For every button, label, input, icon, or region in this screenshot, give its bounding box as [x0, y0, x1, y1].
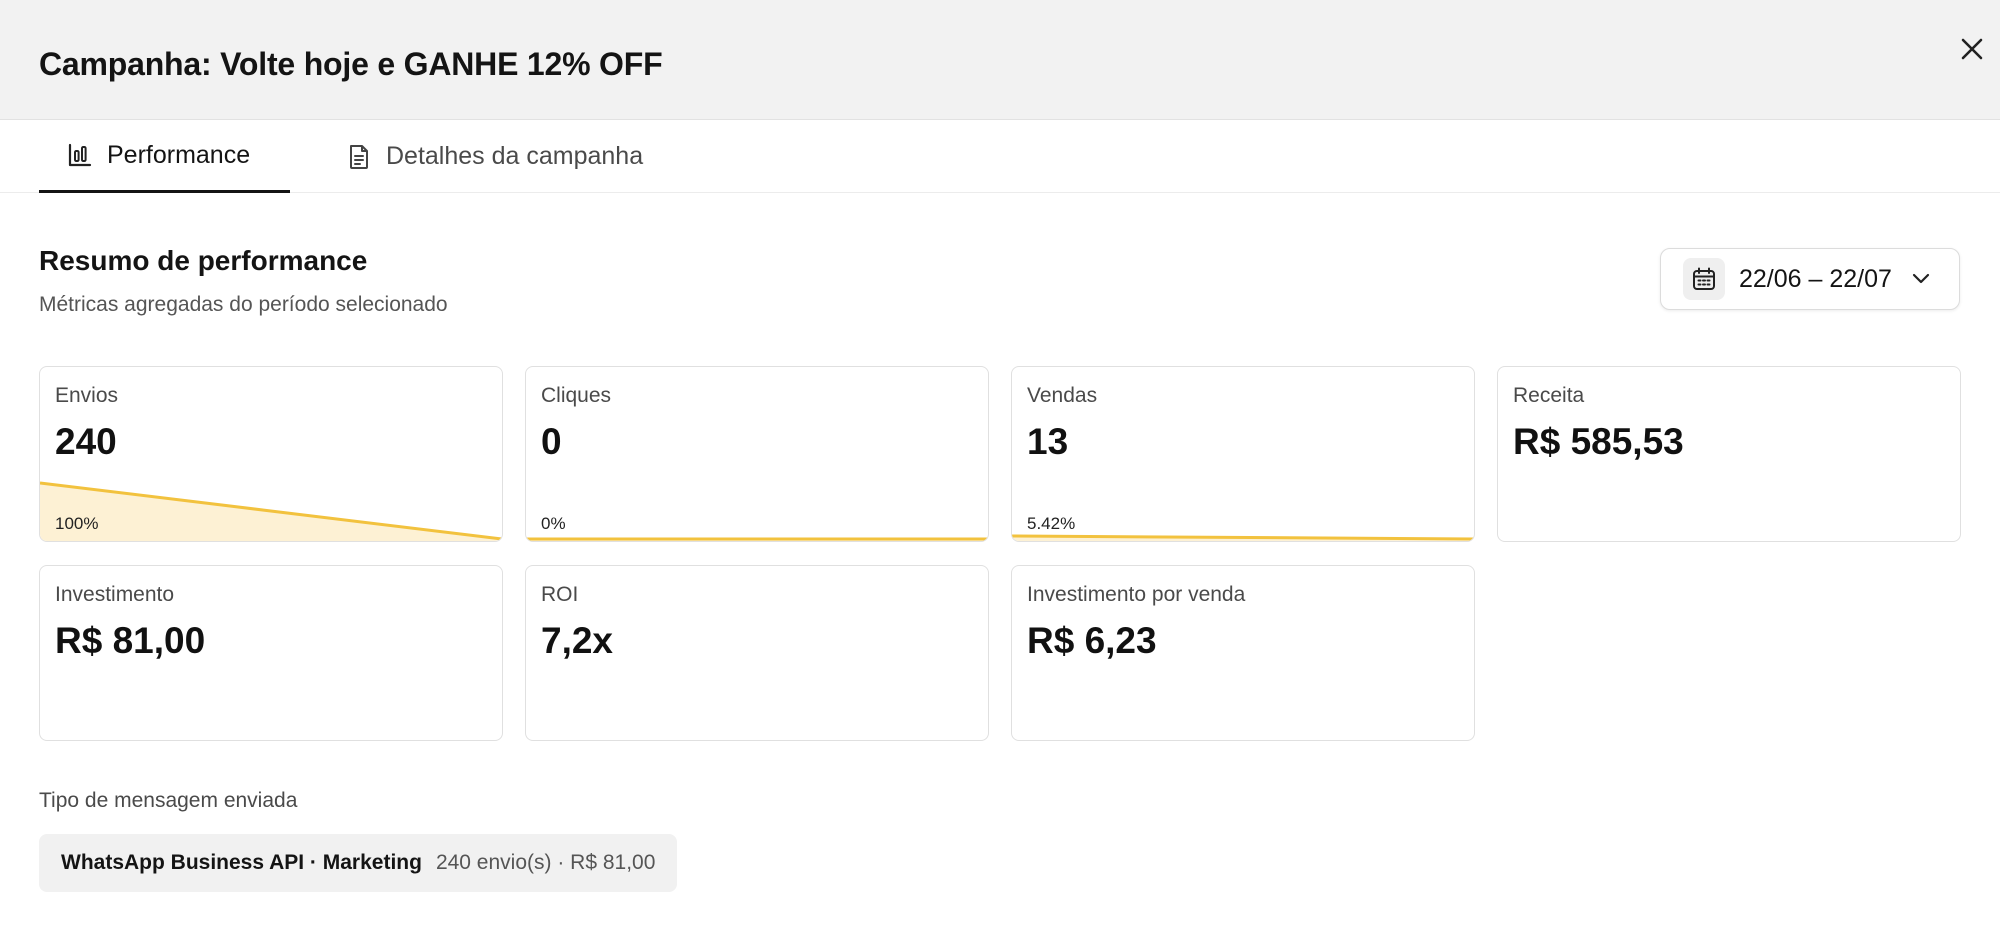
metric-value: 13	[1027, 421, 1069, 462]
metric-label: Envios	[55, 384, 119, 407]
metric-label: Receita	[1513, 384, 1585, 407]
chevron-down-icon	[1912, 273, 1930, 284]
message-type-name: WhatsApp Business API · Marketing	[61, 851, 422, 874]
metric-label: Cliques	[541, 384, 612, 407]
metric-sparkline	[1012, 534, 1474, 541]
summary-title: Resumo de performance	[39, 245, 368, 276]
message-type-label: Tipo de mensagem enviada	[39, 789, 298, 812]
close-button[interactable]	[1955, 32, 1989, 66]
metric-value: R$ 81,00	[55, 620, 206, 661]
metric-card-investimento-por-venda: Investimento por venda R$ 6,23	[1011, 565, 1475, 741]
metric-card-cliques: Cliques 0 0%	[525, 366, 989, 542]
tab-performance-label: Performance	[107, 140, 251, 169]
tab-bar: Performance Detalhes da campanha	[0, 120, 2000, 193]
campaign-title: Campanha: Volte hoje e GANHE 12% OFF	[39, 46, 663, 82]
metric-value: R$ 585,53	[1513, 421, 1684, 462]
tab-performance[interactable]: Performance	[39, 120, 290, 193]
metric-label: Vendas	[1027, 384, 1098, 407]
metric-card-roi: ROI 7,2x	[525, 565, 989, 741]
modal-header: Campanha: Volte hoje e GANHE 12% OFF	[0, 0, 2000, 120]
metric-value: 240	[55, 421, 117, 462]
metric-card-envios: Envios 240 100%	[39, 366, 503, 542]
calendar-icon	[1683, 258, 1725, 300]
metric-percent: 0%	[541, 514, 566, 533]
metric-sparkline	[40, 481, 502, 541]
date-range-label: 22/06 – 22/07	[1739, 264, 1892, 293]
metric-value: 7,2x	[541, 620, 614, 661]
metric-sparkline	[526, 537, 988, 541]
tab-campaign-details[interactable]: Detalhes da campanha	[346, 120, 643, 193]
date-range-picker[interactable]: 22/06 – 22/07	[1660, 248, 1960, 310]
metric-card-investimento: Investimento R$ 81,00	[39, 565, 503, 741]
message-type-chip: WhatsApp Business API · Marketing 240 en…	[39, 834, 678, 892]
close-icon	[1961, 38, 1983, 60]
metric-label: Investimento	[55, 583, 175, 606]
document-icon	[350, 144, 368, 169]
metric-percent: 100%	[55, 514, 99, 533]
metric-value: 0	[541, 421, 562, 462]
metric-card-receita: Receita R$ 585,53	[1497, 366, 1961, 542]
metric-label: Investimento por venda	[1027, 583, 1246, 606]
bar-chart-icon	[68, 143, 92, 167]
metric-percent: 5.42%	[1027, 514, 1076, 533]
metric-card-vendas: Vendas 13 5.42%	[1011, 366, 1475, 542]
metric-value: R$ 6,23	[1027, 620, 1157, 661]
message-type-meta: 240 envio(s) · R$ 81,00	[435, 851, 656, 874]
summary-subtitle: Métricas agregadas do período selecionad…	[39, 293, 448, 316]
tab-campaign-details-label: Detalhes da campanha	[386, 142, 644, 170]
metric-label: ROI	[541, 583, 579, 606]
